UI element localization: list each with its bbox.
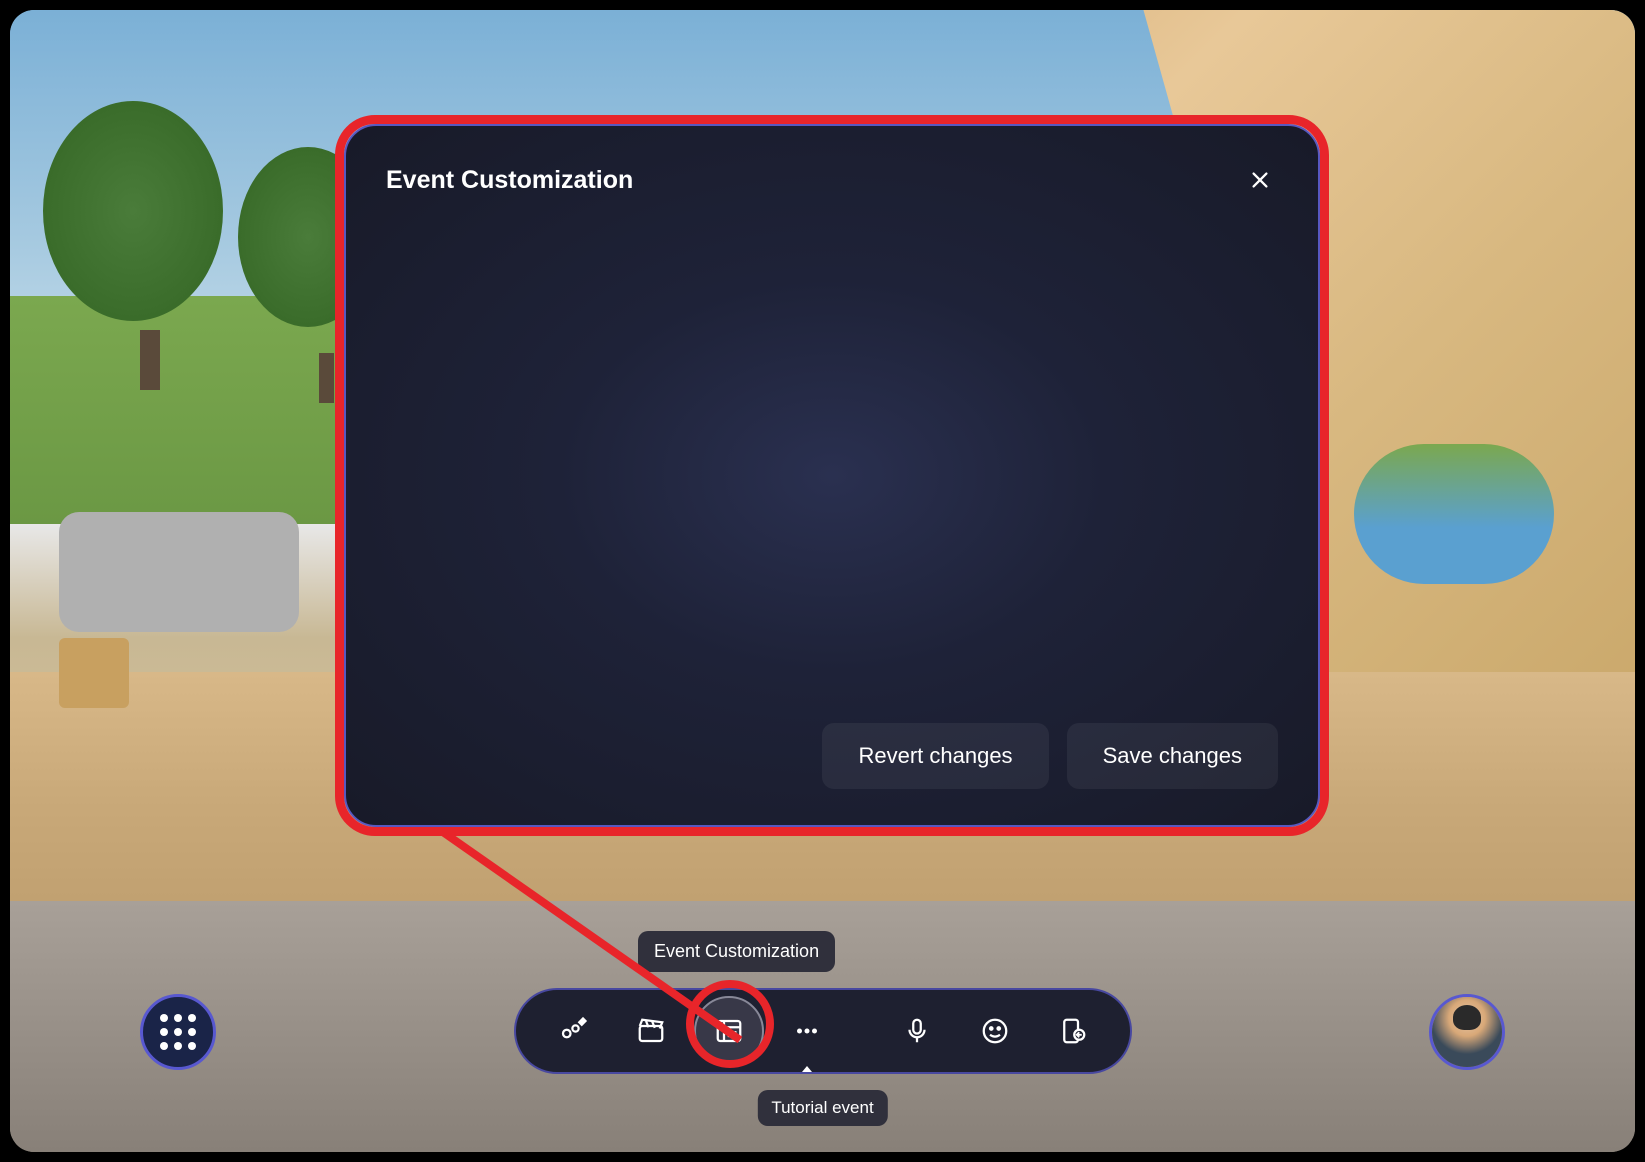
revert-changes-button[interactable]: Revert changes [822, 723, 1048, 789]
leave-button[interactable] [1038, 996, 1108, 1066]
close-button[interactable] [1242, 162, 1278, 198]
grid-icon [160, 1014, 196, 1050]
avatar-icon [1432, 997, 1502, 1067]
clapperboard-icon [636, 1016, 666, 1046]
event-customization-button[interactable] [694, 996, 764, 1066]
main-toolbar [514, 988, 1132, 1074]
door-exit-icon [1058, 1016, 1088, 1046]
paint-icon [558, 1016, 588, 1046]
toolbar-tooltip: Event Customization [638, 931, 835, 972]
avatar-profile-button[interactable] [1429, 994, 1505, 1070]
media-button[interactable] [616, 996, 686, 1066]
ellipsis-icon [792, 1016, 822, 1046]
reactions-button[interactable] [960, 996, 1030, 1066]
microphone-button[interactable] [882, 996, 952, 1066]
more-options-button[interactable] [772, 996, 842, 1066]
panel-body [386, 198, 1278, 723]
event-name-label: Tutorial event [757, 1090, 887, 1126]
app-menu-button[interactable] [140, 994, 216, 1070]
mic-icon [902, 1016, 932, 1046]
panel-title: Event Customization [386, 166, 633, 195]
close-icon [1249, 169, 1271, 191]
panel-header: Event Customization [386, 162, 1278, 198]
app-viewport: Event Customization Revert changes Save … [10, 10, 1635, 1152]
smile-icon [980, 1016, 1010, 1046]
environment-editor-button[interactable] [538, 996, 608, 1066]
panel-footer: Revert changes Save changes [386, 723, 1278, 789]
save-changes-button[interactable]: Save changes [1067, 723, 1278, 789]
event-customization-panel: Event Customization Revert changes Save … [344, 124, 1320, 827]
newspaper-icon [714, 1016, 744, 1046]
